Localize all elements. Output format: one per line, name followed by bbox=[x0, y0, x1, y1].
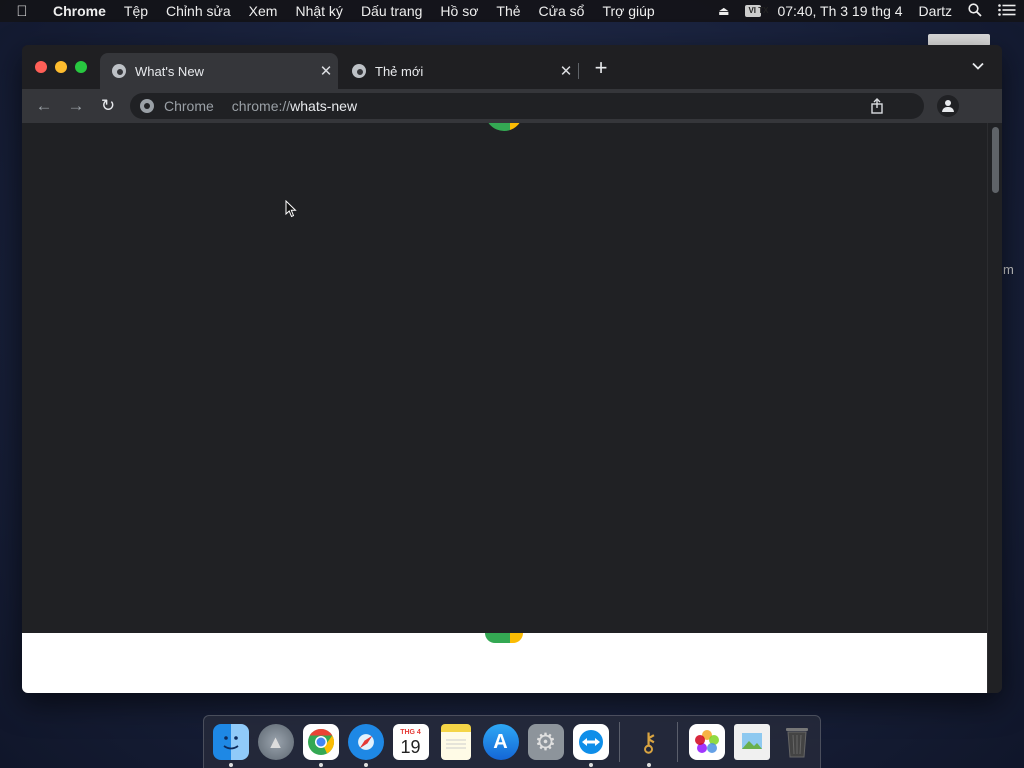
forward-arrow-icon[interactable]: → bbox=[65, 95, 87, 117]
spotlight-search-icon[interactable] bbox=[968, 2, 982, 20]
gear-icon: ⚙ bbox=[527, 724, 564, 760]
chrome-window: What's New ✕ Thẻ mới ✕ + ← → ↻ Chrome ch… bbox=[22, 45, 1002, 693]
menu-bar:  Chrome Tệp Chỉnh sửa Xem Nhật ký Dấu t… bbox=[0, 0, 1024, 22]
desktop-file-label: m bbox=[1003, 262, 1014, 277]
finder-icon bbox=[212, 724, 249, 760]
chrome-logo-icon bbox=[485, 123, 523, 131]
running-indicator bbox=[363, 763, 368, 767]
calendar-icon: THG 4 19 bbox=[392, 724, 429, 760]
menu-app-name[interactable]: Chrome bbox=[44, 3, 115, 19]
menu-file[interactable]: Tệp bbox=[115, 3, 157, 19]
site-chip[interactable]: Chrome bbox=[140, 98, 214, 114]
dock-finder[interactable] bbox=[209, 720, 253, 767]
calendar-day: 19 bbox=[400, 736, 421, 757]
dock-app-store[interactable]: A bbox=[479, 720, 523, 764]
calendar-month: THG 4 bbox=[400, 728, 421, 736]
eject-icon[interactable]: ⏏ bbox=[718, 4, 729, 18]
apple-menu-icon[interactable]:  bbox=[0, 3, 44, 20]
notes-icon bbox=[440, 724, 471, 760]
menu-help[interactable]: Trợ giúp bbox=[593, 3, 663, 19]
chrome-logo-icon bbox=[485, 633, 523, 643]
dock-divider bbox=[677, 722, 678, 762]
dock-divider bbox=[619, 722, 620, 762]
running-indicator bbox=[588, 763, 593, 767]
trash-icon bbox=[779, 724, 815, 760]
tab-whats-new[interactable]: What's New ✕ bbox=[100, 53, 338, 89]
profile-avatar-icon[interactable] bbox=[937, 95, 959, 117]
teamviewer-icon bbox=[572, 724, 609, 760]
avatar-head bbox=[945, 100, 951, 106]
tab-new-tab[interactable]: Thẻ mới ✕ bbox=[340, 53, 578, 89]
menu-window[interactable]: Cửa sổ bbox=[530, 3, 594, 19]
chrome-icon bbox=[302, 724, 339, 760]
preview-icon bbox=[733, 724, 770, 760]
minimize-window-button[interactable] bbox=[55, 61, 67, 73]
avatar-body bbox=[942, 107, 954, 112]
app-store-icon: A bbox=[482, 724, 519, 760]
mouse-pointer-icon bbox=[285, 200, 297, 218]
dock-keychain-access[interactable]: ⚷ bbox=[627, 720, 671, 767]
scrollbar-thumb[interactable] bbox=[992, 127, 999, 193]
new-tab-plus-icon[interactable]: + bbox=[592, 57, 610, 79]
safari-compass-icon bbox=[347, 724, 384, 760]
menu-clock[interactable]: 07:40, Th 3 19 thg 4 bbox=[777, 3, 902, 19]
tab-separator bbox=[578, 63, 579, 79]
dock-trash[interactable] bbox=[775, 720, 819, 764]
reload-icon[interactable]: ↻ bbox=[97, 95, 119, 117]
site-chip-label: Chrome bbox=[164, 98, 214, 114]
menu-user[interactable]: Dartz bbox=[919, 3, 952, 19]
tab-close-icon[interactable]: ✕ bbox=[314, 62, 338, 80]
close-window-button[interactable] bbox=[35, 61, 47, 73]
url-scheme: chrome:// bbox=[231, 98, 291, 114]
chrome-favicon-icon bbox=[112, 64, 126, 78]
running-indicator bbox=[646, 763, 651, 767]
menu-profiles[interactable]: Hồ sơ bbox=[431, 3, 487, 19]
menu-bookmarks[interactable]: Dấu trang bbox=[352, 3, 431, 19]
tab-title: What's New bbox=[135, 63, 204, 79]
menu-tab[interactable]: Thẻ bbox=[487, 3, 529, 19]
dock-notes[interactable] bbox=[434, 720, 478, 764]
address-bar[interactable]: Chrome chrome://whats-new bbox=[130, 93, 924, 119]
zoom-window-button[interactable] bbox=[75, 61, 87, 73]
dock-teamviewer[interactable] bbox=[569, 720, 613, 767]
menu-history[interactable]: Nhật ký bbox=[286, 3, 351, 19]
chrome-favicon-icon bbox=[352, 64, 366, 78]
dock-launchpad[interactable]: ▲ bbox=[254, 720, 298, 764]
vertical-scrollbar[interactable] bbox=[987, 123, 1002, 693]
url-text[interactable]: chrome://whats-new bbox=[232, 98, 357, 114]
running-indicator bbox=[228, 763, 233, 767]
menu-edit[interactable]: Chỉnh sửa bbox=[157, 3, 240, 19]
dock-photos[interactable] bbox=[685, 720, 729, 764]
dock-system-preferences[interactable]: ⚙ bbox=[524, 720, 568, 764]
keychain-keys-icon: ⚷ bbox=[638, 726, 659, 757]
input-source-icon[interactable]: VI TX bbox=[745, 5, 768, 17]
notification-center-icon[interactable] bbox=[998, 3, 1016, 19]
menu-view[interactable]: Xem bbox=[240, 3, 287, 19]
share-icon[interactable] bbox=[870, 98, 884, 114]
launchpad-rocket-icon: ▲ bbox=[257, 724, 294, 760]
dock-safari[interactable] bbox=[344, 720, 388, 767]
page-content[interactable] bbox=[22, 123, 987, 693]
dock: ▲ THG 4 19 A ⚙ ⚷ bbox=[203, 715, 821, 768]
tab-close-icon[interactable]: ✕ bbox=[554, 62, 578, 80]
running-indicator bbox=[318, 763, 323, 767]
dock-preview[interactable] bbox=[730, 720, 774, 764]
tab-search-chevron-icon[interactable] bbox=[972, 59, 984, 73]
tab-strip: What's New ✕ Thẻ mới ✕ + bbox=[22, 45, 1002, 89]
toolbar: ← → ↻ Chrome chrome://whats-new bbox=[22, 89, 1002, 123]
photos-flower-icon bbox=[688, 724, 725, 760]
url-host: whats-new bbox=[290, 98, 358, 114]
tab-title: Thẻ mới bbox=[375, 63, 424, 79]
dock-chrome[interactable] bbox=[299, 720, 343, 767]
dock-calendar[interactable]: THG 4 19 bbox=[389, 720, 433, 764]
back-arrow-icon[interactable]: ← bbox=[33, 95, 55, 117]
chrome-logo-icon bbox=[140, 99, 154, 113]
